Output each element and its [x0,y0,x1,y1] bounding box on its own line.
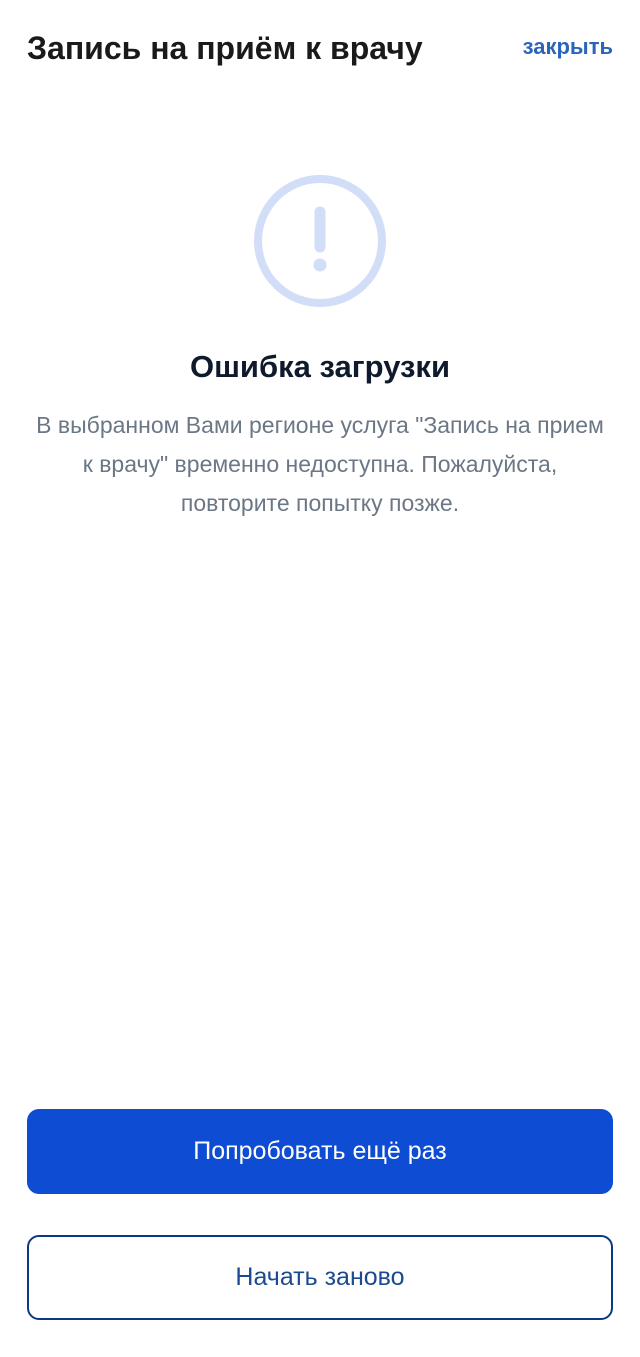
close-link[interactable]: закрыть [523,32,613,62]
restart-button[interactable]: Начать заново [27,1235,613,1320]
error-message: В выбранном Вами регионе услуга "Запись … [36,412,604,516]
error-title: Ошибка загрузки [189,349,451,384]
header: Запись на приём к врачу закрыть [0,0,640,90]
retry-button[interactable]: Попробовать ещё раз [27,1109,613,1194]
page-title: Запись на приём к врачу [27,30,423,66]
exclamation-circle-icon [253,174,387,308]
